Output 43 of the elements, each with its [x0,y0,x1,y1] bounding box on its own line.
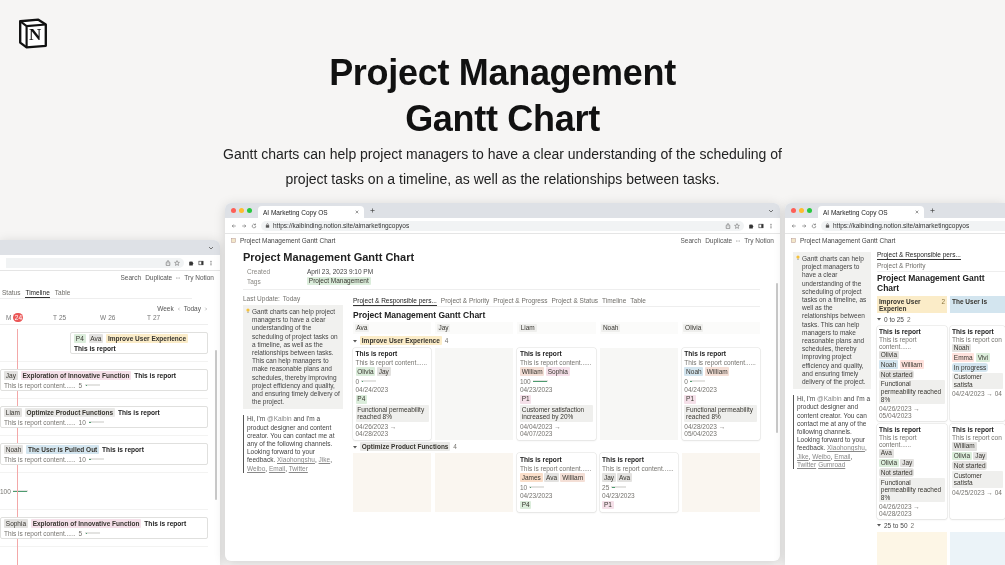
puzzle-icon[interactable] [748,222,754,229]
forward-icon[interactable] [241,222,247,229]
star-icon[interactable] [174,259,180,266]
board-title: Project Management Gantt Chart [353,310,487,320]
puzzle-icon[interactable] [188,259,194,266]
close-dot[interactable] [231,208,236,213]
new-tab-icon[interactable] [930,208,935,213]
board-title: Project Management Gantt Chart [877,274,986,293]
back-icon[interactable] [791,222,797,229]
forward-icon[interactable] [801,222,807,229]
lock-icon [825,223,830,228]
share-icon[interactable] [725,222,731,229]
star-icon[interactable] [734,222,740,229]
minimize-dot[interactable] [239,208,244,213]
lock-icon [265,223,270,228]
sidebar-icon[interactable] [758,222,764,229]
back-icon[interactable] [231,222,237,229]
progress-bar [532,380,548,383]
maximize-dot[interactable] [247,208,252,213]
chevron-icon[interactable] [768,208,774,213]
notion-logo: N [17,17,49,49]
headline: Project Management Gantt Chart [328,51,677,141]
chevron-icon[interactable] [208,245,214,250]
lightbulb-icon [246,308,250,314]
previous-icon[interactable] [176,306,181,311]
caret-icon[interactable] [877,317,881,321]
page-icon [231,238,236,243]
page-title: Project Management Gantt Chart [243,251,416,263]
description: Gantt charts can help project managers to have a clear understanding of the scheduling of project tasks on a timeline, as well as the relationships between tasks. [222,145,783,189]
lightbulb-icon [796,255,800,261]
minimize-dot[interactable] [799,208,804,213]
scrollbar[interactable] [775,283,778,433]
reload-icon[interactable] [811,222,817,229]
close-icon[interactable] [915,210,919,214]
scrollbar[interactable] [214,350,217,500]
page-icon [791,238,796,243]
close-icon[interactable] [355,210,359,214]
maximize-dot[interactable] [807,208,812,213]
share-icon[interactable] [165,259,171,266]
reload-icon[interactable] [251,222,257,229]
close-dot[interactable] [791,208,796,213]
new-tab-icon[interactable] [370,208,375,213]
sidebar-icon[interactable] [198,259,204,266]
